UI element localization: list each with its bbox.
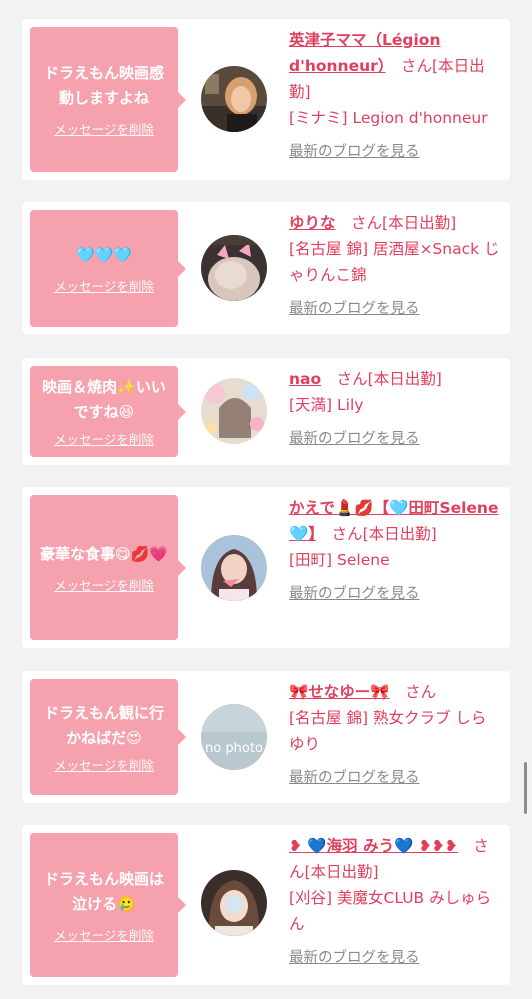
message-card: ドラえもん観に行かねばだ😍 メッセージを削除 no photo 🎀せなゆー🎀 さ…: [22, 671, 510, 803]
avatar[interactable]: [201, 235, 267, 301]
delete-message-button[interactable]: メッセージを削除: [54, 575, 154, 594]
latest-blog-link[interactable]: 最新のブログを見る: [289, 945, 501, 971]
woman-photo-icon: [201, 378, 267, 444]
delete-message-button[interactable]: メッセージを削除: [54, 276, 154, 295]
message-card: 映画＆焼肉✨いいですね😆 メッセージを削除 nao さん[本日出勤] [天満] …: [22, 358, 510, 465]
shop-name: [刈谷] 美魔女CLUB みしゅらん: [289, 889, 492, 933]
message-card: ドラえもん映画は泣ける🥲 メッセージを削除 ❥ 💙海羽 みう💙 ❥❥❥ さん[本…: [22, 825, 510, 985]
message-bubble: ドラえもん映画感動しますよね メッセージを削除: [30, 27, 186, 172]
scrollbar-thumb[interactable]: [524, 762, 527, 814]
woman-photo-icon: [201, 66, 267, 132]
avatar[interactable]: [201, 66, 267, 132]
sender-info: 🎀せなゆー🎀 さん [名古屋 錦] 熟女クラブ しらゆり 最新のブログを見る: [289, 679, 501, 791]
shop-name: [田町] Selene: [289, 551, 390, 569]
latest-blog-link[interactable]: 最新のブログを見る: [289, 296, 501, 322]
message-text: ドラえもん映画感動しますよね: [43, 64, 164, 107]
message-text: 🩵🩵🩵: [75, 245, 133, 264]
sender-name-link[interactable]: ❥ 💙海羽 みう💙 ❥❥❥: [289, 837, 458, 855]
delete-message-button[interactable]: メッセージを削除: [54, 755, 154, 774]
message-bubble: 🩵🩵🩵 メッセージを削除: [30, 210, 186, 327]
latest-blog-link[interactable]: 最新のブログを見る: [289, 581, 501, 607]
avatar[interactable]: no photo: [201, 704, 267, 770]
sender-info: 英津子ママ（Légion d'honneur） さん[本日出勤] [ミナミ] L…: [289, 27, 501, 165]
sender-name-link[interactable]: 🎀せなゆー🎀: [289, 683, 390, 701]
sender-info: かえで💄💋【🩵田町Selene🩵】 さん[本日出勤] [田町] Selene 最…: [289, 495, 501, 607]
shop-name: [名古屋 錦] 居酒屋×Snack じゃりんこ錦: [289, 240, 500, 284]
message-bubble: ドラえもん映画は泣ける🥲 メッセージを削除: [30, 833, 186, 977]
no-photo-label: no photo: [205, 741, 263, 756]
sender-info: ❥ 💙海羽 みう💙 ❥❥❥ さん[本日出勤] [刈谷] 美魔女CLUB みしゅら…: [289, 833, 501, 971]
woman-photo-icon: [201, 870, 267, 936]
message-card: 豪華な食事😋💋💗 メッセージを削除 かえで💄💋【🩵田町Selene🩵】 さん[本…: [22, 487, 510, 648]
avatar[interactable]: [201, 870, 267, 936]
latest-blog-link[interactable]: 最新のブログを見る: [289, 426, 501, 452]
sender-status: さん: [389, 683, 437, 701]
message-card: 🩵🩵🩵 メッセージを削除 ゆりな さん[本日出勤] [名古屋 錦] 居酒屋×Sn…: [22, 202, 510, 334]
woman-photo-icon: [201, 535, 267, 601]
shop-name: [ミナミ] Legion d'honneur: [289, 109, 488, 127]
sender-status: さん[本日出勤]: [316, 525, 437, 543]
delete-message-button[interactable]: メッセージを削除: [54, 925, 154, 944]
message-bubble: ドラえもん観に行かねばだ😍 メッセージを削除: [30, 679, 186, 795]
shop-name: [天満] Lily: [289, 396, 364, 414]
woman-photo-icon: [201, 235, 267, 301]
message-text: 豪華な食事😋💋💗: [40, 544, 168, 563]
latest-blog-link[interactable]: 最新のブログを見る: [289, 139, 501, 165]
sender-name-link[interactable]: ゆりな: [289, 214, 336, 232]
sender-info: nao さん[本日出勤] [天満] Lily 最新のブログを見る: [289, 366, 501, 452]
shop-name: [名古屋 錦] 熟女クラブ しらゆり: [289, 709, 487, 753]
delete-message-button[interactable]: メッセージを削除: [54, 119, 154, 138]
delete-message-button[interactable]: メッセージを削除: [54, 429, 154, 448]
message-bubble: 映画＆焼肉✨いいですね😆 メッセージを削除: [30, 366, 186, 457]
avatar[interactable]: [201, 535, 267, 601]
message-card: ドラえもん映画感動しますよね メッセージを削除 英津子ママ（Légion d'h…: [22, 19, 510, 180]
message-text: ドラえもん観に行かねばだ😍: [43, 703, 164, 747]
no-photo-icon: no photo: [201, 704, 267, 770]
message-bubble: 豪華な食事😋💋💗 メッセージを削除: [30, 495, 186, 640]
message-text: ドラえもん映画は泣ける🥲: [43, 869, 164, 913]
sender-name-link[interactable]: nao: [289, 370, 321, 388]
sender-info: ゆりな さん[本日出勤] [名古屋 錦] 居酒屋×Snack じゃりんこ錦 最新…: [289, 210, 501, 322]
message-text: 映画＆焼肉✨いいですね😆: [42, 378, 166, 421]
sender-status: さん[本日出勤]: [335, 214, 457, 232]
avatar[interactable]: [201, 378, 267, 444]
sender-status: さん[本日出勤]: [321, 370, 442, 388]
latest-blog-link[interactable]: 最新のブログを見る: [289, 765, 501, 791]
